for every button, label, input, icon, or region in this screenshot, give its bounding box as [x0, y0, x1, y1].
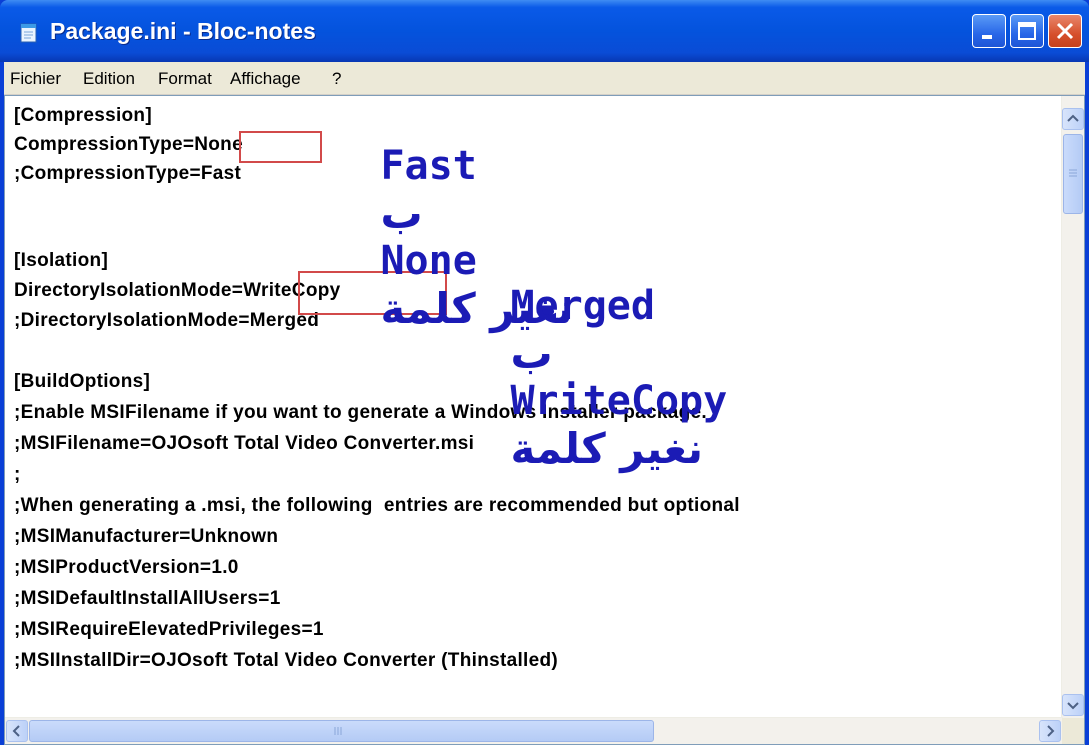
text-line: ; [14, 464, 21, 485]
annotation-replace-writecopy: Merged ب WriteCopy نغير كلمة [466, 265, 727, 491]
text-line: ;CompressionType=Fast [14, 163, 242, 184]
scroll-down-button[interactable] [1062, 694, 1084, 716]
title-bar[interactable]: Package.ini - Bloc-notes [0, 0, 1089, 62]
scroll-up-button[interactable] [1062, 108, 1084, 130]
scroll-left-icon [12, 725, 20, 737]
close-icon [1056, 22, 1074, 40]
scroll-up-icon [1067, 114, 1079, 122]
grip-icon [1069, 169, 1077, 177]
client-area: Fichier Edition Format Affichage ? [Comp… [4, 62, 1085, 745]
document-text[interactable]: [Compression] CompressionType=None ;Comp… [14, 105, 1064, 715]
text-line: [Compression] [14, 105, 152, 126]
maximize-button[interactable] [1010, 14, 1044, 48]
annotation-word-to: Fast [380, 143, 477, 189]
annotation-word-to: Merged [510, 283, 655, 329]
grip-icon [334, 727, 342, 735]
text-line: ;MSIInstallDir=OJOsoft Total Video Conve… [14, 650, 559, 671]
notepad-icon[interactable] [18, 22, 40, 44]
menu-affichage[interactable]: Affichage [230, 69, 301, 89]
horizontal-scroll-thumb[interactable] [29, 720, 654, 742]
text-line: ;MSIProductVersion=1.0 [14, 557, 239, 578]
highlight-box-none [239, 131, 322, 163]
vertical-scrollbar[interactable] [1061, 96, 1084, 718]
scroll-right-button[interactable] [1039, 720, 1061, 742]
minimize-button[interactable] [972, 14, 1006, 48]
text-line: DirectoryIsolationMode=WriteCopy [14, 280, 341, 301]
text-line: ;MSIFilename=OJOsoft Total Video Convert… [14, 433, 475, 454]
text-line: ;DirectoryIsolationMode=Merged [14, 310, 320, 331]
vertical-scroll-thumb[interactable] [1063, 134, 1083, 214]
menu-format[interactable]: Format [158, 69, 212, 89]
annotation-word-from: WriteCopy [510, 378, 728, 424]
text-line: [BuildOptions] [14, 371, 151, 392]
notepad-window: Package.ini - Bloc-notes Fichier Edition… [0, 0, 1089, 745]
scroll-down-icon [1067, 702, 1079, 710]
text-line: ;When generating a .msi, the following e… [14, 495, 740, 516]
text-line: ;MSIManufacturer=Unknown [14, 526, 279, 547]
annotation-arabic-by: ب [510, 329, 553, 378]
text-line: [Isolation] [14, 250, 109, 271]
window-title: Package.ini - Bloc-notes [50, 18, 316, 44]
horizontal-scrollbar[interactable] [5, 717, 1063, 744]
text-line: CompressionType=None [14, 134, 243, 155]
menu-edition[interactable]: Edition [83, 69, 135, 89]
resize-grip[interactable] [1062, 718, 1084, 744]
annotation-word-from: None [380, 238, 477, 284]
annotation-arabic-label: نغير كلمة [510, 424, 704, 473]
menu-bar: Fichier Edition Format Affichage ? [4, 62, 1085, 95]
menu-help[interactable]: ? [332, 69, 341, 89]
annotation-arabic-by: ب [380, 189, 423, 238]
text-line: ;MSIDefaultInstallAllUsers=1 [14, 588, 281, 609]
close-button[interactable] [1048, 14, 1082, 48]
menu-fichier[interactable]: Fichier [10, 69, 61, 89]
scroll-right-icon [1047, 725, 1055, 737]
scroll-left-button[interactable] [6, 720, 28, 742]
maximize-icon [1018, 22, 1036, 40]
text-line: ;MSIRequireElevatedPrivileges=1 [14, 619, 324, 640]
minimize-icon [982, 35, 992, 39]
text-editor[interactable]: [Compression] CompressionType=None ;Comp… [4, 95, 1085, 745]
